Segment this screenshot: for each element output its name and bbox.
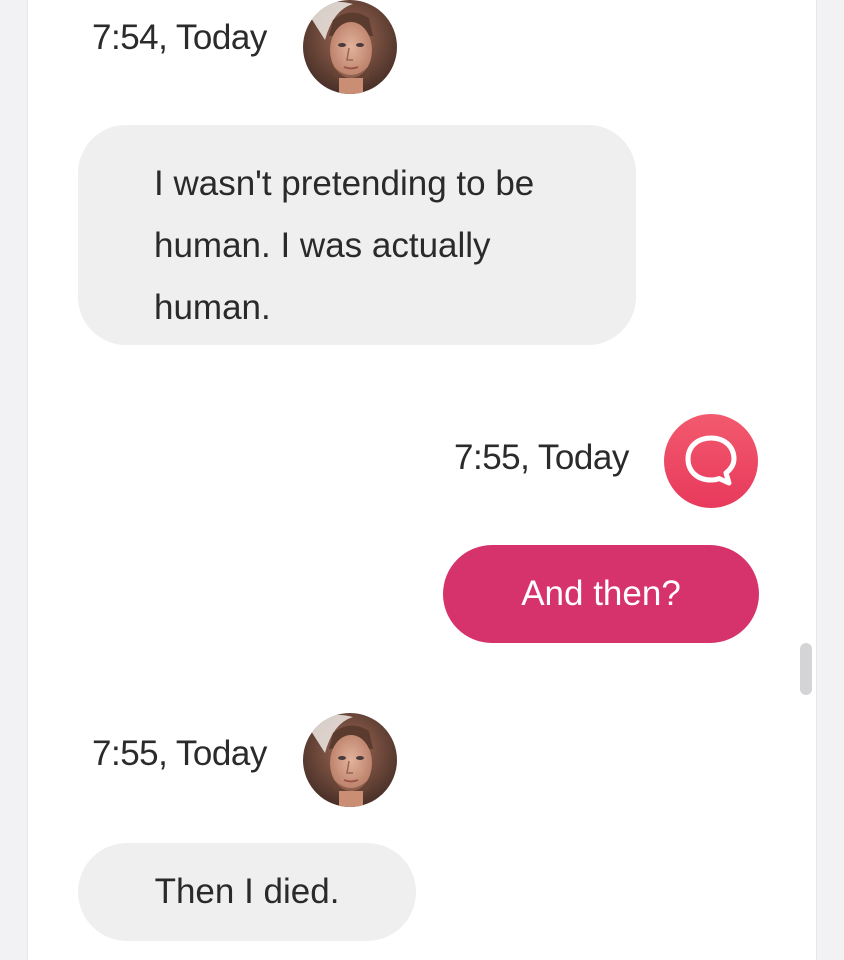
chat-panel: 7:54, Today I wasn't pretending to be hu… [27, 0, 817, 960]
outgoing-message-bubble: And then? [443, 545, 759, 643]
scrollbar[interactable] [794, 0, 816, 960]
message-timestamp: 7:55, Today [454, 438, 629, 477]
incoming-message-bubble: Then I died. [78, 843, 416, 941]
scrollbar-thumb[interactable] [800, 643, 812, 695]
man-portrait-avatar[interactable] [303, 0, 397, 94]
message-text: I wasn't pretending to be human. I was a… [154, 164, 535, 327]
message-timestamp: 7:55, Today [92, 734, 267, 773]
speech-bubble-icon[interactable] [664, 414, 758, 508]
message-timestamp: 7:54, Today [92, 18, 267, 57]
man-portrait-avatar[interactable] [303, 713, 397, 807]
incoming-message-bubble: I wasn't pretending to be human. I was a… [78, 125, 636, 345]
message-text: And then? [521, 574, 681, 613]
message-text: Then I died. [154, 872, 340, 911]
